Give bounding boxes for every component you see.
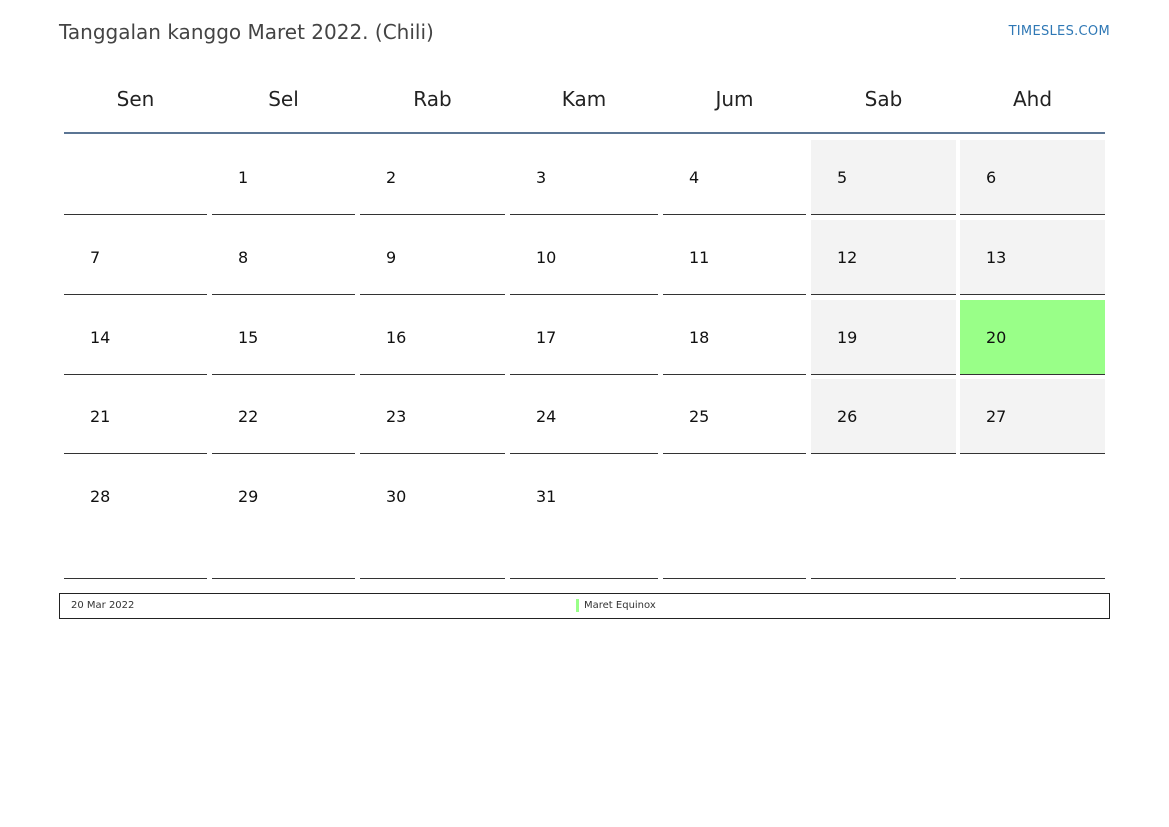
day-number: 22 <box>238 407 259 426</box>
day-number: 13 <box>986 248 1007 267</box>
day-number: 31 <box>536 487 557 506</box>
day-number: 1 <box>238 168 249 187</box>
day-number: 3 <box>536 168 547 187</box>
holiday-legend: 20 Mar 2022 Maret Equinox <box>59 593 1110 619</box>
day-number: 21 <box>90 407 111 426</box>
page-title: Tanggalan kanggo Maret 2022. (Chili) <box>59 20 434 44</box>
day-cell-1[interactable]: 1 <box>212 140 355 215</box>
day-cell-8[interactable]: 8 <box>212 220 355 295</box>
day-number: 10 <box>536 248 557 267</box>
day-cell-5[interactable]: 5 <box>811 140 956 215</box>
day-number: 20 <box>986 328 1007 347</box>
empty-day-cell <box>811 459 956 579</box>
day-number: 5 <box>837 168 848 187</box>
weekday-header: Sen Sel Rab Kam Jum Sab Ahd <box>64 70 1105 134</box>
day-cell-22[interactable]: 22 <box>212 379 355 454</box>
day-number: 11 <box>689 248 710 267</box>
weekday-rab: Rab <box>413 87 452 111</box>
day-number: 16 <box>386 328 407 347</box>
day-cell-28[interactable]: 28 <box>64 459 207 579</box>
day-number: 25 <box>689 407 710 426</box>
day-cell-7[interactable]: 7 <box>64 220 207 295</box>
day-cell-20[interactable]: 20 <box>960 300 1105 375</box>
weekday-ahd: Ahd <box>1012 87 1053 111</box>
day-number: 12 <box>837 248 858 267</box>
day-cell-12[interactable]: 12 <box>811 220 956 295</box>
day-cell-16[interactable]: 16 <box>360 300 505 375</box>
day-cell-23[interactable]: 23 <box>360 379 505 454</box>
day-number: 15 <box>238 328 259 347</box>
day-cell-26[interactable]: 26 <box>811 379 956 454</box>
weekday-kam: Kam <box>561 87 607 111</box>
day-cell-29[interactable]: 29 <box>212 459 355 579</box>
day-cell-27[interactable]: 27 <box>960 379 1105 454</box>
empty-day-cell <box>960 459 1105 579</box>
day-number: 7 <box>90 248 101 267</box>
day-cell-31[interactable]: 31 <box>510 459 658 579</box>
day-cell-17[interactable]: 17 <box>510 300 658 375</box>
day-cell-24[interactable]: 24 <box>510 379 658 454</box>
day-number: 28 <box>90 487 111 506</box>
site-link[interactable]: TIMESLES.COM <box>1009 24 1110 39</box>
weekday-sen: Sen <box>116 87 155 111</box>
day-number: 24 <box>536 407 557 426</box>
day-number: 8 <box>238 248 249 267</box>
day-cell-2[interactable]: 2 <box>360 140 505 215</box>
day-number: 29 <box>238 487 259 506</box>
day-cell-4[interactable]: 4 <box>663 140 806 215</box>
day-cell-25[interactable]: 25 <box>663 379 806 454</box>
day-cell-11[interactable]: 11 <box>663 220 806 295</box>
day-cell-18[interactable]: 18 <box>663 300 806 375</box>
day-number: 2 <box>386 168 397 187</box>
day-number: 19 <box>837 328 858 347</box>
day-number: 23 <box>386 407 407 426</box>
day-number: 6 <box>986 168 997 187</box>
day-number: 27 <box>986 407 1007 426</box>
day-cell-9[interactable]: 9 <box>360 220 505 295</box>
day-cell-3[interactable]: 3 <box>510 140 658 215</box>
day-number: 30 <box>386 487 407 506</box>
day-cell-21[interactable]: 21 <box>64 379 207 454</box>
day-cell-15[interactable]: 15 <box>212 300 355 375</box>
calendar-grid: 1 2 3 4 5 6 7 8 9 10 11 12 13 14 15 16 17 18 19 20 21 22 23 24 2… <box>64 134 1105 580</box>
weekday-sel: Sel <box>268 87 299 111</box>
calendar: Sen Sel Rab Kam Jum Sab Ahd 1 2 3 4 5 6 7 8 9 10 11 12 13 1… <box>64 70 1105 580</box>
legend-date: 20 Mar 2022 <box>71 600 135 611</box>
legend-color-swatch <box>576 599 579 612</box>
empty-day-cell <box>64 140 207 215</box>
day-cell-14[interactable]: 14 <box>64 300 207 375</box>
day-cell-10[interactable]: 10 <box>510 220 658 295</box>
day-number: 4 <box>689 168 700 187</box>
day-cell-13[interactable]: 13 <box>960 220 1105 295</box>
day-number: 9 <box>386 248 397 267</box>
empty-day-cell <box>663 459 806 579</box>
day-cell-30[interactable]: 30 <box>360 459 505 579</box>
legend-holiday-name: Maret Equinox <box>584 600 656 611</box>
day-number: 26 <box>837 407 858 426</box>
day-cell-19[interactable]: 19 <box>811 300 956 375</box>
weekday-sab: Sab <box>864 87 903 111</box>
weekday-jum: Jum <box>715 87 754 111</box>
day-cell-6[interactable]: 6 <box>960 140 1105 215</box>
day-number: 17 <box>536 328 557 347</box>
day-number: 18 <box>689 328 710 347</box>
day-number: 14 <box>90 328 111 347</box>
